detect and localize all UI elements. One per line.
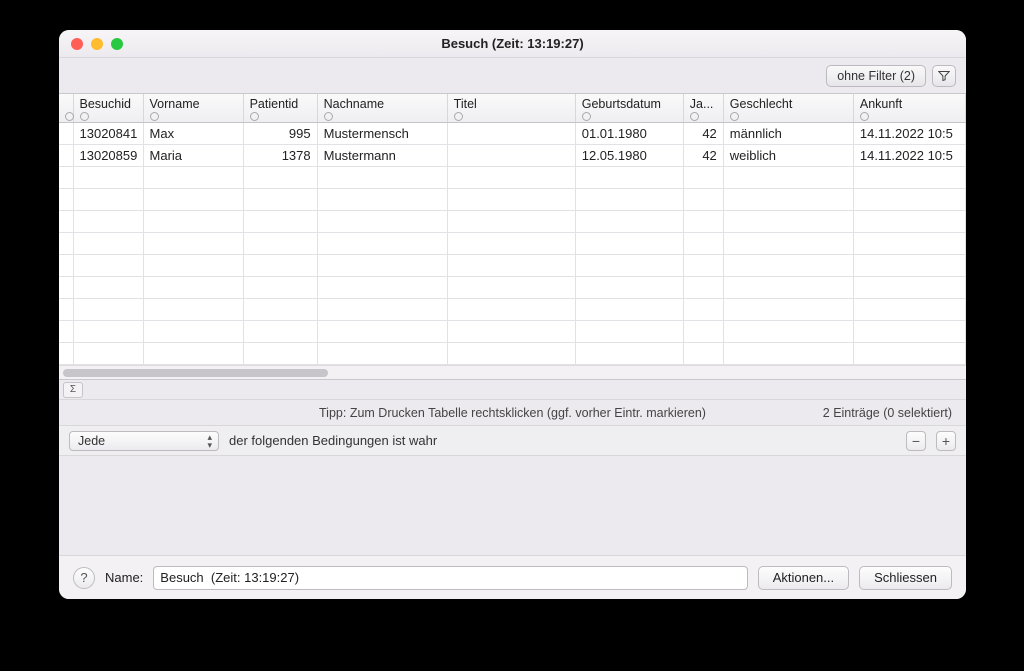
table-row <box>59 233 966 255</box>
table-row <box>59 167 966 189</box>
col-geburtsdatum[interactable]: Geburtsdatum <box>575 94 683 123</box>
cell-besuchid: 13020859 <box>73 145 143 167</box>
table-area: Besuchid Vorname Patientid Nachname Tite… <box>59 94 966 380</box>
window: Besuch (Zeit: 13:19:27) ohne Filter (2) … <box>59 30 966 599</box>
table-row <box>59 321 966 343</box>
tip-text: Tipp: Zum Drucken Tabelle rechtsklicken … <box>319 406 706 420</box>
col-geschlecht[interactable]: Geschlecht <box>723 94 853 123</box>
col-besuchid[interactable]: Besuchid <box>73 94 143 123</box>
table-row <box>59 211 966 233</box>
cell-geburtsdatum: 12.05.1980 <box>575 145 683 167</box>
cell-nachname: Mustermensch <box>317 123 447 145</box>
filter-toolbar: ohne Filter (2) <box>59 58 966 94</box>
col-patientid[interactable]: Patientid <box>243 94 317 123</box>
condition-area <box>59 456 966 555</box>
filter-icon-button[interactable] <box>932 65 956 87</box>
aggregate-row: Σ <box>59 380 966 400</box>
table-row <box>59 277 966 299</box>
funnel-icon <box>938 70 950 82</box>
cell-ankunft: 14.11.2022 10:5 <box>853 123 965 145</box>
scrollbar-thumb[interactable] <box>63 369 328 377</box>
cell-geschlecht: männlich <box>723 123 853 145</box>
add-condition-button[interactable]: + <box>936 431 956 451</box>
table-row <box>59 299 966 321</box>
close-window-button[interactable] <box>71 38 83 50</box>
cell-ankunft: 14.11.2022 10:5 <box>853 145 965 167</box>
col-vorname[interactable]: Vorname <box>143 94 243 123</box>
cell-titel <box>447 123 575 145</box>
table-row <box>59 343 966 365</box>
col-ankunft[interactable]: Ankunft <box>853 94 965 123</box>
cell-titel <box>447 145 575 167</box>
entry-count: 2 Einträge (0 selektiert) <box>823 406 952 420</box>
minimize-window-button[interactable] <box>91 38 103 50</box>
col-selector[interactable] <box>59 94 73 123</box>
col-titel[interactable]: Titel <box>447 94 575 123</box>
tip-bar: Tipp: Zum Drucken Tabelle rechtsklicken … <box>59 400 966 426</box>
cell-geschlecht: weiblich <box>723 145 853 167</box>
name-input[interactable] <box>153 566 747 590</box>
cell-jahre: 42 <box>683 123 723 145</box>
footer: ? Name: Aktionen... Schliessen <box>59 555 966 599</box>
window-title: Besuch (Zeit: 13:19:27) <box>441 36 583 51</box>
condition-row: Jede ▴▾ der folgenden Bedingungen ist wa… <box>59 426 966 456</box>
filter-button[interactable]: ohne Filter (2) <box>826 65 926 87</box>
table-row[interactable]: 13020859 Maria 1378 Mustermann 12.05.198… <box>59 145 966 167</box>
table-row <box>59 189 966 211</box>
condition-select[interactable]: Jede ▴▾ <box>69 431 219 451</box>
filter-button-label: ohne Filter (2) <box>837 69 915 83</box>
cell-patientid: 995 <box>243 123 317 145</box>
header-row: Besuchid Vorname Patientid Nachname Tite… <box>59 94 966 123</box>
zoom-window-button[interactable] <box>111 38 123 50</box>
cell-vorname: Max <box>143 123 243 145</box>
col-nachname[interactable]: Nachname <box>317 94 447 123</box>
remove-condition-button[interactable]: − <box>906 431 926 451</box>
cell-besuchid: 13020841 <box>73 123 143 145</box>
close-button[interactable]: Schliessen <box>859 566 952 590</box>
cell-jahre: 42 <box>683 145 723 167</box>
window-controls <box>71 38 123 50</box>
name-label: Name: <box>105 570 143 585</box>
cell-patientid: 1378 <box>243 145 317 167</box>
condition-text: der folgenden Bedingungen ist wahr <box>229 433 437 448</box>
data-table: Besuchid Vorname Patientid Nachname Tite… <box>59 94 966 365</box>
cell-geburtsdatum: 01.01.1980 <box>575 123 683 145</box>
titlebar: Besuch (Zeit: 13:19:27) <box>59 30 966 58</box>
condition-select-value: Jede <box>78 434 105 448</box>
table-row <box>59 255 966 277</box>
horizontal-scrollbar[interactable] <box>59 365 966 379</box>
cell-vorname: Maria <box>143 145 243 167</box>
sigma-button[interactable]: Σ <box>63 382 83 398</box>
chevron-up-down-icon: ▴▾ <box>207 433 212 449</box>
help-button[interactable]: ? <box>73 567 95 589</box>
actions-button[interactable]: Aktionen... <box>758 566 849 590</box>
col-jahre[interactable]: Ja... <box>683 94 723 123</box>
table-row[interactable]: 13020841 Max 995 Mustermensch 01.01.1980… <box>59 123 966 145</box>
cell-nachname: Mustermann <box>317 145 447 167</box>
